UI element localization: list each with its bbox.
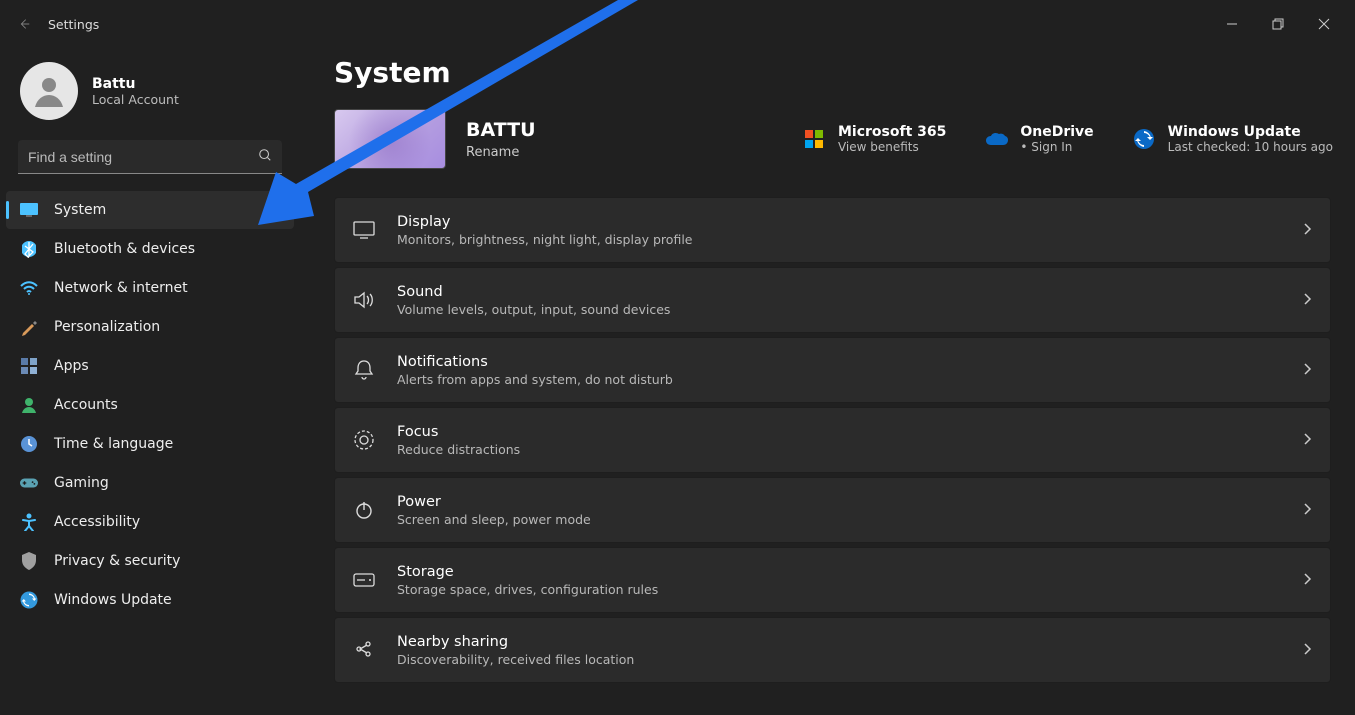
setting-title: Power <box>397 494 591 510</box>
bell-icon <box>353 359 375 381</box>
nav-list: System Bluetooth & devices Network & inter… <box>0 188 300 619</box>
settings-list: Display Monitors, brightness, night light… <box>334 197 1333 683</box>
nav-item-label: Bluetooth & devices <box>54 241 195 257</box>
account-block[interactable]: Battu Local Account <box>0 48 300 134</box>
accessibility-icon <box>20 513 38 531</box>
nav-item-time-language[interactable]: Time & language <box>6 425 294 463</box>
time-language-icon <box>20 435 38 453</box>
nav-item-system[interactable]: System <box>6 191 294 229</box>
setting-subtitle: Screen and sleep, power mode <box>397 512 591 527</box>
setting-nearby-sharing[interactable]: Nearby sharing Discoverability, received … <box>334 617 1331 683</box>
system-icon <box>20 201 38 219</box>
nav-item-label: System <box>54 202 106 218</box>
focus-icon <box>353 429 375 451</box>
gaming-icon <box>20 474 38 492</box>
chevron-right-icon <box>1302 221 1312 240</box>
setting-title: Storage <box>397 564 658 580</box>
setting-storage[interactable]: Storage Storage space, drives, configurat… <box>334 547 1331 613</box>
nav-item-label: Privacy & security <box>54 553 180 569</box>
setting-subtitle: Discoverability, received files location <box>397 652 634 667</box>
search-input[interactable] <box>28 149 258 165</box>
setting-display[interactable]: Display Monitors, brightness, night light… <box>334 197 1331 263</box>
share-icon <box>353 639 375 661</box>
tile-windows-update[interactable]: Windows Update Last checked: 10 hours ag… <box>1132 124 1333 154</box>
page-title: System <box>334 56 1333 89</box>
nav-item-network-internet[interactable]: Network & internet <box>6 269 294 307</box>
nav-item-windows-update[interactable]: Windows Update <box>6 581 294 619</box>
power-icon <box>353 499 375 521</box>
setting-focus[interactable]: Focus Reduce distractions <box>334 407 1331 473</box>
display-icon <box>353 219 375 241</box>
main-panel: System BATTU Rename Microsoft 365 View b… <box>300 48 1355 715</box>
setting-sound[interactable]: Sound Volume levels, output, input, sound… <box>334 267 1331 333</box>
chevron-right-icon <box>1302 431 1312 450</box>
avatar <box>20 62 78 120</box>
account-sub: Local Account <box>92 92 179 107</box>
nav-item-accessibility[interactable]: Accessibility <box>6 503 294 541</box>
chevron-right-icon <box>1302 501 1312 520</box>
setting-subtitle: Storage space, drives, configuration rul… <box>397 582 658 597</box>
nav-item-label: Gaming <box>54 475 109 491</box>
tile-onedrive[interactable]: OneDrive • Sign In <box>984 124 1093 154</box>
search-box[interactable] <box>18 140 282 174</box>
chevron-right-icon <box>1302 361 1312 380</box>
sidebar: Battu Local Account System Bluetooth & de… <box>0 48 300 715</box>
nav-item-bluetooth-devices[interactable]: Bluetooth & devices <box>6 230 294 268</box>
setting-subtitle: Reduce distractions <box>397 442 520 457</box>
nav-item-label: Apps <box>54 358 89 374</box>
bluetooth-devices-icon <box>20 240 38 258</box>
setting-subtitle: Monitors, brightness, night light, displ… <box>397 232 692 247</box>
minimize-button[interactable] <box>1209 8 1255 40</box>
search-icon <box>258 147 272 166</box>
close-button[interactable] <box>1301 8 1347 40</box>
setting-title: Notifications <box>397 354 673 370</box>
windows-update-icon <box>20 591 38 609</box>
nav-item-label: Accounts <box>54 397 118 413</box>
windows-update-icon <box>1132 127 1156 151</box>
tile-ms365[interactable]: Microsoft 365 View benefits <box>802 124 946 154</box>
setting-subtitle: Alerts from apps and system, do not dist… <box>397 372 673 387</box>
rename-link[interactable]: Rename <box>466 145 536 160</box>
pc-name: BATTU <box>466 119 536 141</box>
pc-preview-image <box>334 109 446 169</box>
setting-title: Sound <box>397 284 670 300</box>
setting-title: Focus <box>397 424 520 440</box>
account-name: Battu <box>92 76 179 92</box>
setting-power[interactable]: Power Screen and sleep, power mode <box>334 477 1331 543</box>
chevron-right-icon <box>1302 571 1312 590</box>
apps-icon <box>20 357 38 375</box>
storage-icon <box>353 569 375 591</box>
personalization-icon <box>20 318 38 336</box>
nav-item-label: Time & language <box>54 436 173 452</box>
onedrive-icon <box>984 127 1008 151</box>
window-title: Settings <box>48 17 99 32</box>
network-internet-icon <box>20 279 38 297</box>
nav-item-personalization[interactable]: Personalization <box>6 308 294 346</box>
nav-item-accounts[interactable]: Accounts <box>6 386 294 424</box>
nav-item-apps[interactable]: Apps <box>6 347 294 385</box>
maximize-button[interactable] <box>1255 8 1301 40</box>
nav-item-gaming[interactable]: Gaming <box>6 464 294 502</box>
setting-subtitle: Volume levels, output, input, sound devi… <box>397 302 670 317</box>
nav-item-label: Windows Update <box>54 592 172 608</box>
accounts-icon <box>20 396 38 414</box>
ms365-icon <box>802 127 826 151</box>
titlebar: Settings <box>0 0 1355 48</box>
setting-title: Display <box>397 214 692 230</box>
nav-item-privacy-security[interactable]: Privacy & security <box>6 542 294 580</box>
sound-icon <box>353 289 375 311</box>
setting-notifications[interactable]: Notifications Alerts from apps and system… <box>334 337 1331 403</box>
chevron-right-icon <box>1302 641 1312 660</box>
back-button[interactable] <box>8 8 40 40</box>
setting-title: Nearby sharing <box>397 634 634 650</box>
chevron-right-icon <box>1302 291 1312 310</box>
nav-item-label: Accessibility <box>54 514 140 530</box>
hero-row: BATTU Rename Microsoft 365 View benefits <box>334 109 1333 169</box>
privacy-security-icon <box>20 552 38 570</box>
nav-item-label: Personalization <box>54 319 160 335</box>
nav-item-label: Network & internet <box>54 280 188 296</box>
